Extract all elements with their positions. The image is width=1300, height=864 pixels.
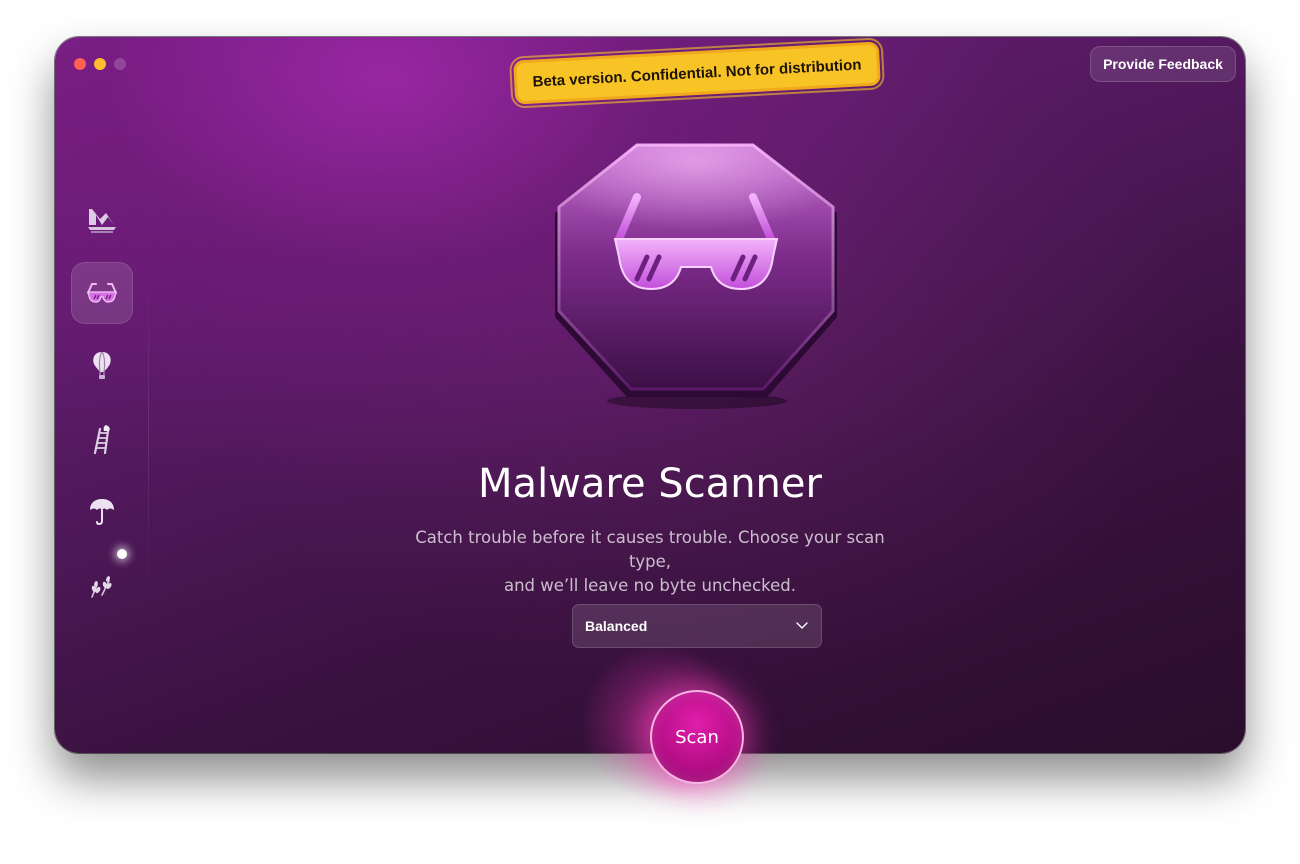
beta-banner: Beta version. Confidential. Not for dist… — [509, 37, 885, 111]
balloon-icon — [93, 351, 111, 379]
provide-feedback-button[interactable]: Provide Feedback — [1090, 46, 1236, 82]
sidebar-item-cleanup[interactable] — [71, 189, 133, 251]
wheat-icon — [91, 576, 112, 598]
sidebar-item-cleaner[interactable] — [71, 553, 133, 615]
cleanup-icon — [88, 209, 116, 233]
subtitle-line-2: and we’ll leave no byte unchecked. — [503, 576, 796, 595]
chevron-down-icon — [796, 622, 808, 629]
close-window-button[interactable] — [74, 58, 86, 70]
page-title: Malware Scanner — [478, 461, 822, 507]
sunglasses-icon — [555, 143, 837, 409]
beta-banner-text: Beta version. Confidential. Not for dist… — [532, 55, 862, 91]
ladder-icon — [93, 425, 110, 455]
sunglasses-icon — [87, 283, 117, 303]
maximize-window-button[interactable] — [114, 58, 126, 70]
minimize-window-button[interactable] — [94, 58, 106, 70]
page-subtitle: Catch trouble before it causes trouble. … — [400, 526, 900, 598]
sidebar-divider — [148, 267, 149, 597]
scan-type-dropdown[interactable]: Balanced — [572, 604, 822, 648]
scan-button[interactable]: Scan — [650, 690, 744, 784]
sidebar-item-malware-scanner[interactable] — [71, 262, 133, 324]
scan-type-value: Balanced — [585, 618, 648, 634]
sidebar-item-performance[interactable] — [71, 335, 133, 397]
notification-dot — [117, 549, 127, 559]
subtitle-line-1: Catch trouble before it causes trouble. … — [415, 528, 885, 571]
